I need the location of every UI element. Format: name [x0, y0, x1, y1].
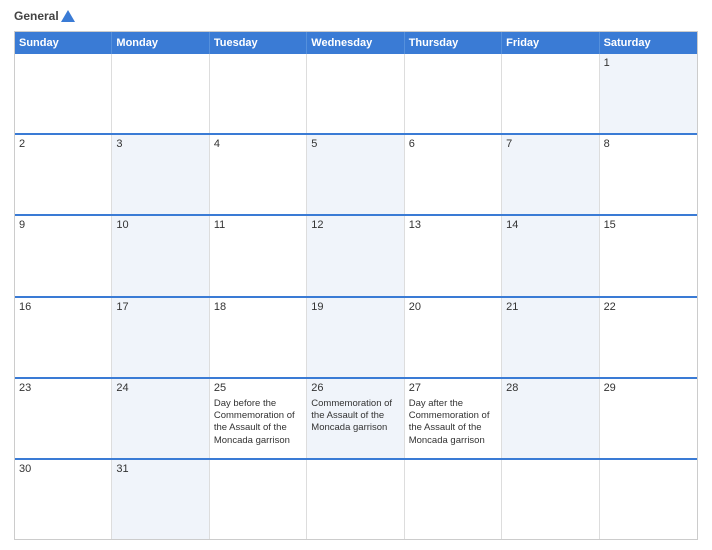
- calendar-cell: 8: [600, 135, 697, 214]
- day-number: 20: [409, 301, 497, 313]
- day-number: 21: [506, 301, 594, 313]
- day-number: 31: [116, 463, 204, 475]
- calendar-cell: 16: [15, 298, 112, 377]
- day-number: 5: [311, 138, 399, 150]
- calendar-cell: 30: [15, 460, 112, 539]
- calendar-row-5: 30 31: [15, 460, 697, 539]
- calendar-cell: 11: [210, 216, 307, 295]
- calendar-cell: [405, 460, 502, 539]
- event-label: Day after the Commemoration of the Assau…: [409, 398, 497, 447]
- weekday-tuesday: Tuesday: [210, 32, 307, 54]
- day-number: 16: [19, 301, 107, 313]
- calendar-cell: 14: [502, 216, 599, 295]
- calendar-cell: 13: [405, 216, 502, 295]
- day-number: 4: [214, 138, 302, 150]
- calendar-cell: [502, 460, 599, 539]
- calendar-row-4: 23 24 25 Day before the Commemoration of th…: [15, 379, 697, 460]
- day-number: 13: [409, 219, 497, 231]
- day-number: 25: [214, 382, 302, 394]
- day-number: 9: [19, 219, 107, 231]
- day-number: 26: [311, 382, 399, 394]
- logo-wrapper: General: [14, 10, 75, 23]
- day-number: 7: [506, 138, 594, 150]
- day-number: 17: [116, 301, 204, 313]
- day-number: 1: [604, 57, 693, 69]
- weekday-saturday: Saturday: [600, 32, 697, 54]
- day-number: 3: [116, 138, 204, 150]
- calendar-cell: 22: [600, 298, 697, 377]
- calendar-cell: 19: [307, 298, 404, 377]
- day-number: 19: [311, 301, 399, 313]
- calendar-cell: [600, 460, 697, 539]
- calendar-cell: 26 Commemoration of the Assault of the Mo…: [307, 379, 404, 458]
- calendar-cell: 18: [210, 298, 307, 377]
- calendar-cell: 24: [112, 379, 209, 458]
- calendar: Sunday Monday Tuesday Wednesday Thursday…: [14, 31, 698, 540]
- calendar-header: Sunday Monday Tuesday Wednesday Thursday…: [15, 32, 697, 54]
- day-number: 30: [19, 463, 107, 475]
- calendar-cell: [112, 54, 209, 133]
- calendar-cell: 31: [112, 460, 209, 539]
- calendar-row-0: 1: [15, 54, 697, 135]
- day-number: 15: [604, 219, 693, 231]
- calendar-cell: [210, 460, 307, 539]
- day-number: 18: [214, 301, 302, 313]
- logo: General: [14, 10, 75, 23]
- calendar-cell: [307, 54, 404, 133]
- calendar-cell: 10: [112, 216, 209, 295]
- calendar-cell: [15, 54, 112, 133]
- day-number: 14: [506, 219, 594, 231]
- calendar-cell: 5: [307, 135, 404, 214]
- calendar-cell: [307, 460, 404, 539]
- calendar-cell: 17: [112, 298, 209, 377]
- weekday-sunday: Sunday: [15, 32, 112, 54]
- event-label: Day before the Commemoration of the Assa…: [214, 398, 302, 447]
- calendar-cell: 15: [600, 216, 697, 295]
- calendar-cell: [210, 54, 307, 133]
- weekday-monday: Monday: [112, 32, 209, 54]
- calendar-cell: 20: [405, 298, 502, 377]
- calendar-cell: 23: [15, 379, 112, 458]
- calendar-cell: 7: [502, 135, 599, 214]
- day-number: 29: [604, 382, 693, 394]
- day-number: 22: [604, 301, 693, 313]
- logo-general: General: [14, 10, 75, 23]
- calendar-cell: 12: [307, 216, 404, 295]
- day-number: 27: [409, 382, 497, 394]
- calendar-cell: 27 Day after the Commemoration of the Ass…: [405, 379, 502, 458]
- day-number: 24: [116, 382, 204, 394]
- calendar-cell: 21: [502, 298, 599, 377]
- calendar-cell: 1: [600, 54, 697, 133]
- day-number: 11: [214, 219, 302, 231]
- calendar-row-3: 16 17 18 19 20 21 22: [15, 298, 697, 379]
- day-number: 28: [506, 382, 594, 394]
- calendar-cell: 3: [112, 135, 209, 214]
- calendar-cell: 29: [600, 379, 697, 458]
- calendar-cell: [502, 54, 599, 133]
- calendar-row-1: 2345678: [15, 135, 697, 216]
- day-number: 6: [409, 138, 497, 150]
- logo-triangle-icon: [61, 10, 75, 22]
- header: General: [14, 10, 698, 27]
- calendar-row-2: 9 10 11 12 13 14 15: [15, 216, 697, 297]
- calendar-cell: 6: [405, 135, 502, 214]
- calendar-cell: 25 Day before the Commemoration of the As…: [210, 379, 307, 458]
- calendar-cell: 28: [502, 379, 599, 458]
- day-number: 10: [116, 219, 204, 231]
- calendar-body: 1234567891011121314151617181920212223242…: [15, 54, 697, 539]
- page: General Sunday Monday Tuesday Wednesday …: [0, 0, 712, 550]
- calendar-cell: 2: [15, 135, 112, 214]
- calendar-cell: 9: [15, 216, 112, 295]
- day-number: 23: [19, 382, 107, 394]
- calendar-cell: [405, 54, 502, 133]
- calendar-cell: 4: [210, 135, 307, 214]
- event-label: Commemoration of the Assault of the Monc…: [311, 398, 399, 435]
- weekday-thursday: Thursday: [405, 32, 502, 54]
- day-number: 8: [604, 138, 693, 150]
- day-number: 12: [311, 219, 399, 231]
- day-number: 2: [19, 138, 107, 150]
- weekday-wednesday: Wednesday: [307, 32, 404, 54]
- weekday-friday: Friday: [502, 32, 599, 54]
